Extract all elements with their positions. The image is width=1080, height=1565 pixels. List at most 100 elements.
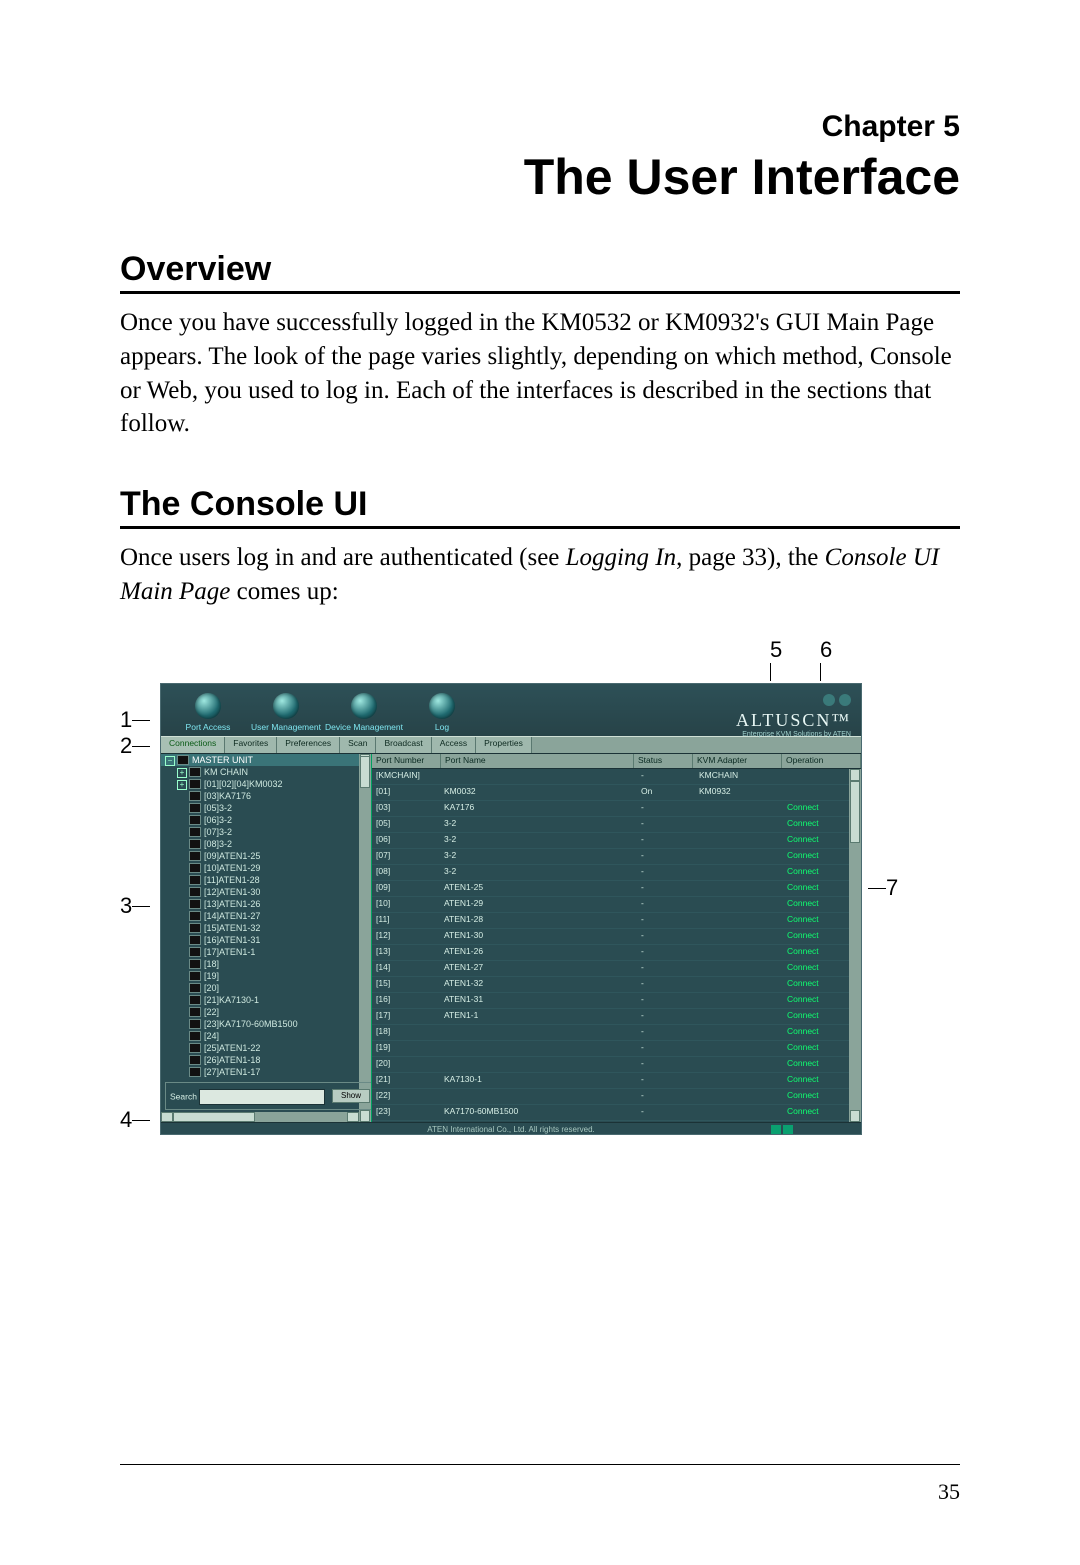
grid-row[interactable]: [18]-Connect: [372, 1025, 861, 1041]
tree-item[interactable]: +KM CHAIN: [161, 766, 371, 778]
tree-item[interactable]: [13]ATEN1-26: [161, 898, 371, 910]
tree-item[interactable]: [26]ATEN1-18: [161, 1054, 371, 1066]
tree-item[interactable]: [15]ATEN1-32: [161, 922, 371, 934]
scroll-left-icon[interactable]: [161, 1112, 173, 1122]
device-icon: [189, 947, 201, 957]
tree-item[interactable]: [22]: [161, 1006, 371, 1018]
tree-item[interactable]: [20]: [161, 982, 371, 994]
tree-item[interactable]: [16]ATEN1-31: [161, 934, 371, 946]
orb-icon: [429, 693, 455, 719]
search-input[interactable]: [199, 1089, 325, 1105]
tab-preferences[interactable]: Preferences: [277, 737, 340, 753]
grid-row[interactable]: [17]ATEN1-1-Connect: [372, 1009, 861, 1025]
topnav-log[interactable]: Log: [403, 693, 481, 736]
grid-row[interactable]: [KMCHAIN]-KMCHAIN: [372, 769, 861, 785]
tab-favorites[interactable]: Favorites: [225, 737, 277, 753]
column-header[interactable]: Operation: [782, 754, 861, 768]
device-icon: [189, 995, 201, 1005]
tree-item[interactable]: [09]ATEN1-25: [161, 850, 371, 862]
scroll-up-icon[interactable]: [850, 769, 860, 781]
tree-item[interactable]: [05]3-2: [161, 802, 371, 814]
cell-port-name: [440, 1041, 637, 1056]
status-dot: [823, 694, 835, 706]
scroll-thumb[interactable]: [173, 1112, 255, 1122]
grid-row[interactable]: [11]ATEN1-28-Connect: [372, 913, 861, 929]
tree-item[interactable]: [23]KA7170-60MB1500: [161, 1018, 371, 1030]
ref-logging-in: Logging In: [566, 544, 676, 571]
cell-status: -: [637, 833, 695, 848]
grid-row[interactable]: [01]KM0032OnKM0932: [372, 785, 861, 801]
tree-item[interactable]: [08]3-2: [161, 838, 371, 850]
tree-item[interactable]: −MASTER UNIT: [161, 754, 371, 766]
tree-item[interactable]: [12]ATEN1-30: [161, 886, 371, 898]
grid-row[interactable]: [09]ATEN1-25-Connect: [372, 881, 861, 897]
grid-row[interactable]: [10]ATEN1-29-Connect: [372, 897, 861, 913]
column-header[interactable]: Status: [634, 754, 693, 768]
tab-broadcast[interactable]: Broadcast: [376, 737, 431, 753]
grid-row[interactable]: [23]KA7170-60MB1500-Connect: [372, 1105, 861, 1121]
expand-icon[interactable]: −: [165, 756, 175, 766]
grid-row[interactable]: [06]3-2-Connect: [372, 833, 861, 849]
tab-scan[interactable]: Scan: [340, 737, 376, 753]
orb-icon: [273, 693, 299, 719]
tree-item[interactable]: [06]3-2: [161, 814, 371, 826]
tree-item[interactable]: [11]ATEN1-28: [161, 874, 371, 886]
tab-properties[interactable]: Properties: [476, 737, 532, 753]
device-icon: [189, 1067, 201, 1077]
tree-item[interactable]: [19]: [161, 970, 371, 982]
grid-row[interactable]: [05]3-2-Connect: [372, 817, 861, 833]
grid-row[interactable]: [14]ATEN1-27-Connect: [372, 961, 861, 977]
grid-row[interactable]: [21]KA7130-1-Connect: [372, 1073, 861, 1089]
device-tree[interactable]: −MASTER UNIT+KM CHAIN+[01][02][04]KM0032…: [161, 754, 372, 1122]
tree-item[interactable]: [14]ATEN1-27: [161, 910, 371, 922]
cell-port-number: [18]: [372, 1025, 440, 1040]
tree-item[interactable]: +[01][02][04]KM0032: [161, 778, 371, 790]
grid-row[interactable]: [16]ATEN1-31-Connect: [372, 993, 861, 1009]
tab-connections[interactable]: Connections: [161, 737, 225, 753]
tree-item[interactable]: [21]KA7130-1: [161, 994, 371, 1006]
grid-row[interactable]: [19]-Connect: [372, 1041, 861, 1057]
tree-vscrollbar[interactable]: [359, 754, 371, 1122]
topnav-device-management[interactable]: Device Management: [325, 693, 403, 736]
cell-port-name: ATEN1-29: [440, 897, 637, 912]
tab-access[interactable]: Access: [432, 737, 476, 753]
topnav-user-management[interactable]: User Management: [247, 693, 325, 736]
grid-vscrollbar[interactable]: [849, 769, 861, 1122]
device-icon: [189, 875, 201, 885]
grid-row[interactable]: [13]ATEN1-26-Connect: [372, 945, 861, 961]
cell-port-name: 3-2: [440, 865, 637, 880]
tree-item[interactable]: [27]ATEN1-17: [161, 1066, 371, 1078]
tree-item[interactable]: [24]: [161, 1030, 371, 1042]
grid-row[interactable]: [15]ATEN1-32-Connect: [372, 977, 861, 993]
tree-item[interactable]: [07]3-2: [161, 826, 371, 838]
device-icon: [189, 827, 201, 837]
device-icon: [189, 839, 201, 849]
tree-item[interactable]: [25]ATEN1-22: [161, 1042, 371, 1054]
orb-icon: [195, 693, 221, 719]
expand-icon[interactable]: +: [177, 780, 187, 790]
grid-row[interactable]: [22]-Connect: [372, 1089, 861, 1105]
grid-row[interactable]: [20]-Connect: [372, 1057, 861, 1073]
tree-hscrollbar[interactable]: [161, 1112, 359, 1122]
tree-item[interactable]: [18]: [161, 958, 371, 970]
grid-row[interactable]: [03]KA7176-Connect: [372, 801, 861, 817]
scroll-down-icon[interactable]: [850, 1110, 860, 1122]
column-header[interactable]: Port Name: [441, 754, 634, 768]
grid-body: [KMCHAIN]-KMCHAIN[01]KM0032OnKM0932[03]K…: [372, 769, 861, 1122]
grid-row[interactable]: [07]3-2-Connect: [372, 849, 861, 865]
scroll-thumb[interactable]: [360, 756, 370, 788]
grid-row[interactable]: [08]3-2-Connect: [372, 865, 861, 881]
tree-item[interactable]: [10]ATEN1-29: [161, 862, 371, 874]
column-header[interactable]: KVM Adapter: [693, 754, 782, 768]
scroll-down-icon[interactable]: [360, 1110, 370, 1122]
tree-item[interactable]: [03]KA7176: [161, 790, 371, 802]
tree-item[interactable]: [17]ATEN1-1: [161, 946, 371, 958]
show-button[interactable]: Show: [332, 1089, 370, 1103]
expand-icon[interactable]: +: [177, 768, 187, 778]
grid-row[interactable]: [12]ATEN1-30-Connect: [372, 929, 861, 945]
scroll-thumb[interactable]: [850, 781, 860, 843]
cell-adapter: [695, 817, 783, 832]
scroll-right-icon[interactable]: [347, 1112, 359, 1122]
column-header[interactable]: Port Number: [372, 754, 441, 768]
topnav-port-access[interactable]: Port Access: [169, 693, 247, 736]
